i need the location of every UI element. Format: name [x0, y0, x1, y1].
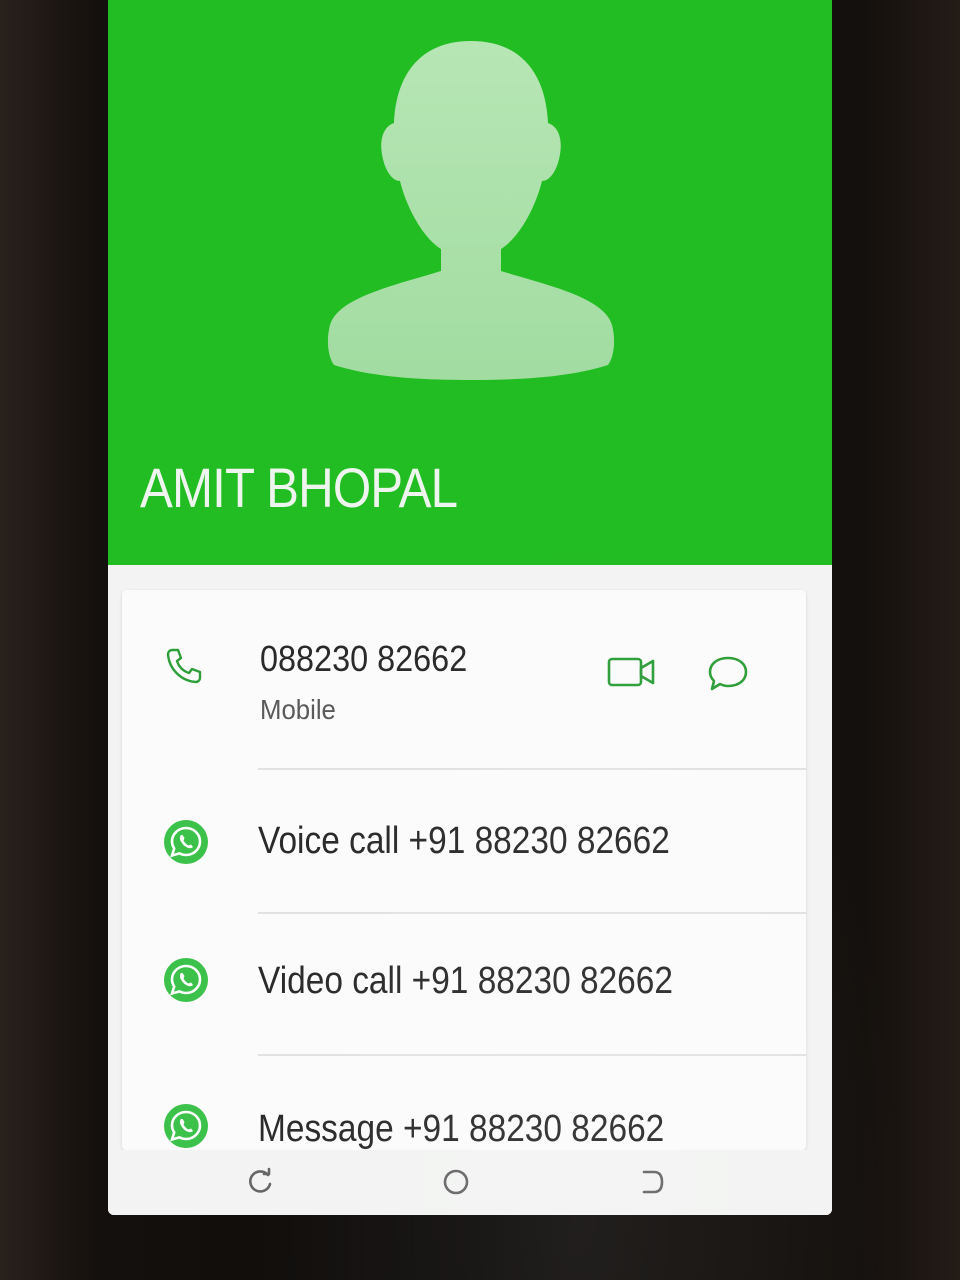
whatsapp-message-row[interactable]: Message +91 88230 82662 [122, 1058, 806, 1150]
contact-details-card: 088230 82662 Mobile Voice call +91 88230… [122, 590, 806, 1150]
phone-number: 088230 82662 [260, 638, 468, 679]
navigation-bar [108, 1150, 832, 1215]
video-call-icon[interactable] [606, 654, 658, 690]
message-bubble-icon[interactable] [706, 654, 750, 694]
contact-header: AMIT BHOPAL [108, 0, 832, 565]
phone-type-label: Mobile [260, 694, 336, 725]
whatsapp-message-label: Message +91 88230 82662 [258, 1108, 665, 1150]
whatsapp-icon [164, 820, 208, 864]
back-icon[interactable] [634, 1164, 670, 1200]
divider [258, 768, 806, 770]
contact-screen: AMIT BHOPAL 088230 82662 Mobile Voice ca… [108, 0, 832, 1215]
whatsapp-voice-call-row[interactable]: Voice call +91 88230 82662 [122, 772, 806, 912]
contact-name: AMIT BHOPAL [140, 456, 458, 519]
phone-icon[interactable] [164, 646, 204, 686]
whatsapp-voice-call-label: Voice call +91 88230 82662 [258, 820, 670, 862]
recents-icon[interactable] [242, 1164, 278, 1200]
whatsapp-video-call-label: Video call +91 88230 82662 [258, 960, 673, 1002]
whatsapp-video-call-row[interactable]: Video call +91 88230 82662 [122, 916, 806, 1056]
whatsapp-icon [164, 958, 208, 1002]
avatar-placeholder-icon [327, 41, 615, 380]
divider [258, 1054, 806, 1056]
home-icon[interactable] [438, 1164, 474, 1200]
whatsapp-icon [164, 1104, 208, 1148]
divider [258, 912, 806, 914]
phone-number-row[interactable]: 088230 82662 Mobile [122, 590, 806, 770]
